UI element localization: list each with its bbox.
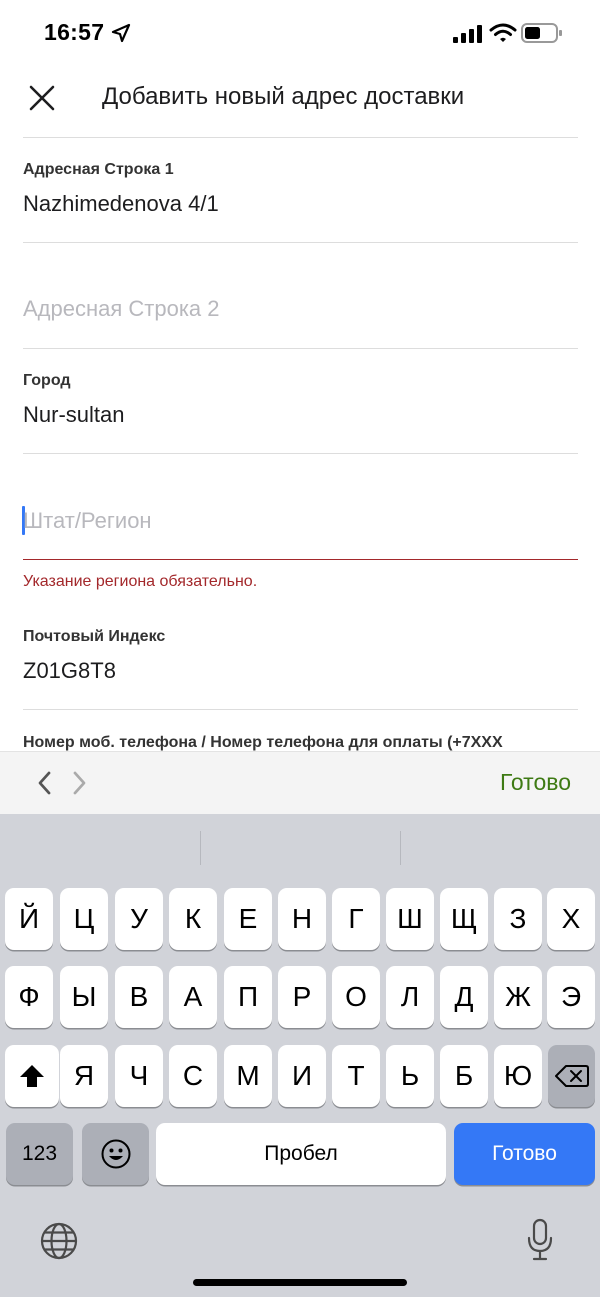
divider: [23, 453, 578, 454]
key[interactable]: Х: [547, 888, 595, 950]
address-line-1-input[interactable]: Nazhimedenova 4/1: [23, 191, 219, 217]
postal-code-label: Почтовый Индекс: [23, 628, 166, 645]
microphone-icon[interactable]: [526, 1218, 554, 1262]
backspace-key[interactable]: [548, 1045, 595, 1107]
return-key[interactable]: Готово: [454, 1123, 595, 1185]
space-key[interactable]: Пробел: [156, 1123, 446, 1185]
address-line-2-input[interactable]: Адресная Строка 2: [23, 296, 220, 322]
cellular-signal-icon: [453, 25, 482, 43]
address-line-1-label: Адресная Строка 1: [23, 161, 174, 178]
city-input[interactable]: Nur-sultan: [23, 402, 124, 428]
key[interactable]: Ю: [494, 1045, 542, 1107]
emoji-icon: [101, 1139, 130, 1169]
backspace-icon: [554, 1065, 589, 1087]
keyboard-accessory-bar: Готово: [0, 751, 600, 814]
key[interactable]: Ч: [115, 1045, 163, 1107]
suggestion-separator: [200, 831, 201, 865]
key[interactable]: К: [169, 888, 217, 950]
emoji-key[interactable]: [82, 1123, 149, 1185]
page-title: Добавить новый адрес доставки: [102, 83, 465, 110]
keyboard: Й Ц У К Е Н Г Ш Щ З Х Ф Ы В А П Р О Л Д …: [0, 814, 600, 1297]
done-button[interactable]: Готово: [500, 769, 571, 796]
key[interactable]: Л: [386, 966, 434, 1028]
state-region-input[interactable]: Штат/Регион: [23, 508, 152, 534]
key[interactable]: Й: [5, 888, 53, 950]
home-indicator: [193, 1279, 407, 1286]
key[interactable]: У: [115, 888, 163, 950]
chevron-right-icon[interactable]: [68, 768, 92, 798]
key[interactable]: Щ: [440, 888, 488, 950]
key[interactable]: П: [224, 966, 272, 1028]
status-bar: 16:57: [0, 0, 600, 64]
key[interactable]: А: [169, 966, 217, 1028]
location-arrow-icon: [111, 23, 131, 43]
key[interactable]: Ы: [60, 966, 108, 1028]
close-button[interactable]: [22, 78, 62, 118]
key[interactable]: Ь: [386, 1045, 434, 1107]
divider: [23, 242, 578, 243]
key[interactable]: Н: [278, 888, 326, 950]
key[interactable]: Р: [278, 966, 326, 1028]
key[interactable]: Ц: [60, 888, 108, 950]
key[interactable]: В: [115, 966, 163, 1028]
close-icon: [29, 85, 55, 111]
chevron-left-icon[interactable]: [32, 768, 56, 798]
divider: [23, 137, 578, 138]
key[interactable]: С: [169, 1045, 217, 1107]
key[interactable]: Б: [440, 1045, 488, 1107]
key[interactable]: Э: [547, 966, 595, 1028]
key[interactable]: Ф: [5, 966, 53, 1028]
globe-icon[interactable]: [40, 1222, 78, 1260]
phone-label: Номер моб. телефона / Номер телефона для…: [23, 734, 503, 751]
key[interactable]: Д: [440, 966, 488, 1028]
key[interactable]: Т: [332, 1045, 380, 1107]
key[interactable]: Ж: [494, 966, 542, 1028]
divider: [23, 348, 578, 349]
suggestion-separator: [400, 831, 401, 865]
key[interactable]: М: [224, 1045, 272, 1107]
key[interactable]: З: [494, 888, 542, 950]
divider: [23, 709, 578, 710]
status-time: 16:57: [44, 19, 105, 45]
key[interactable]: И: [278, 1045, 326, 1107]
key[interactable]: Г: [332, 888, 380, 950]
battery-icon: [521, 23, 562, 43]
key[interactable]: Е: [224, 888, 272, 950]
header: Добавить новый адрес доставки: [0, 64, 600, 136]
key[interactable]: Я: [60, 1045, 108, 1107]
error-underline: [23, 559, 578, 560]
shift-key[interactable]: [5, 1045, 59, 1107]
key[interactable]: О: [332, 966, 380, 1028]
wifi-icon: [489, 23, 517, 42]
key[interactable]: Ш: [386, 888, 434, 950]
shift-icon: [20, 1065, 44, 1087]
postal-code-input[interactable]: Z01G8T8: [23, 658, 116, 684]
numbers-key[interactable]: 123: [6, 1123, 73, 1185]
city-label: Город: [23, 372, 71, 389]
region-error-message: Указание региона обязательно.: [23, 573, 258, 590]
